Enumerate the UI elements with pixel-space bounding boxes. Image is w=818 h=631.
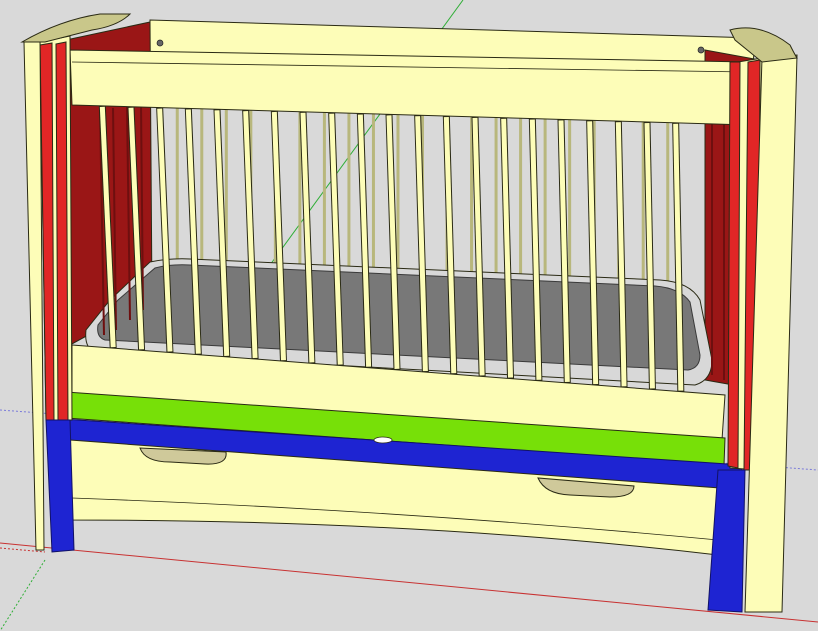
drawer-knob	[373, 436, 393, 444]
left-post-face	[23, 39, 45, 551]
modeling-viewport[interactable]	[0, 0, 818, 631]
screw-icon	[697, 46, 705, 54]
front-top-rail[interactable]	[69, 49, 751, 126]
green-axis-extension	[0, 559, 46, 631]
crib-model-scene[interactable]	[0, 0, 818, 631]
left-blue-leg[interactable]	[45, 419, 75, 553]
screw-icon	[156, 39, 164, 47]
red-axis-line	[0, 542, 818, 623]
